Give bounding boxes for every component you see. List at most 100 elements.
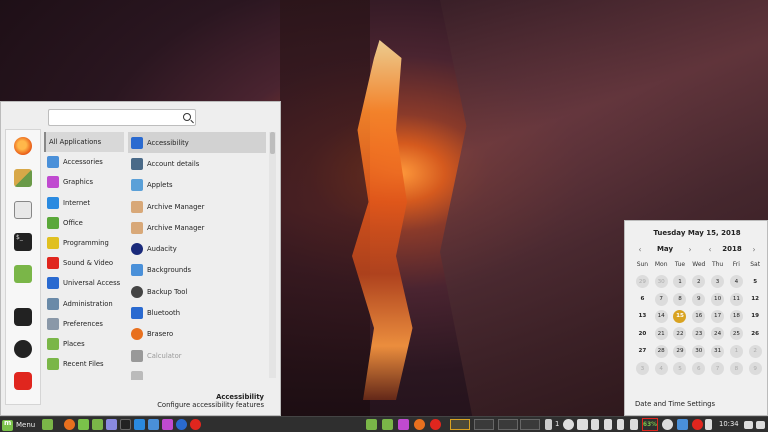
calendar-day[interactable]: 13 — [633, 310, 652, 323]
calendar-day[interactable]: 22 — [671, 327, 690, 341]
search-input[interactable] — [53, 112, 173, 123]
calendar-day[interactable]: 31 — [708, 344, 727, 358]
notes-icon[interactable] — [545, 419, 552, 430]
chat-icon[interactable] — [744, 421, 753, 429]
scrollbar[interactable] — [269, 132, 276, 378]
category-internet[interactable]: Internet — [44, 193, 124, 213]
terminal-launcher-icon[interactable] — [120, 419, 131, 430]
category-office[interactable]: Office — [44, 213, 124, 233]
app-launcher-icon[interactable] — [176, 419, 187, 430]
calendar-day[interactable]: 19 — [746, 310, 765, 323]
workspace-3[interactable] — [498, 419, 518, 430]
app-item[interactable]: Accessibility — [128, 132, 266, 154]
calendar-day[interactable]: 2 — [746, 344, 765, 358]
category-universal-access[interactable]: Universal Access — [44, 273, 124, 293]
bluetooth-icon[interactable] — [705, 419, 712, 430]
lock-icon[interactable] — [14, 308, 32, 326]
calendar-day[interactable]: 9 — [689, 292, 708, 306]
app-item[interactable]: Account details — [128, 153, 266, 174]
calendar-day[interactable]: 5 — [746, 275, 765, 288]
calendar-day[interactable]: 23 — [689, 327, 708, 341]
calendar-day[interactable]: 3 — [708, 275, 727, 289]
app-launcher-icon[interactable] — [162, 419, 173, 430]
calendar-day[interactable]: 5 — [671, 362, 690, 376]
category-graphics[interactable]: Graphics — [44, 172, 124, 192]
files-launcher-icon[interactable] — [92, 419, 103, 430]
chrome-launcher-icon[interactable] — [190, 419, 201, 430]
year-next-button[interactable]: › — [749, 245, 759, 254]
category-preferences[interactable]: Preferences — [44, 314, 124, 334]
firefox-icon[interactable] — [14, 137, 32, 155]
app-launcher-icon[interactable] — [134, 419, 145, 430]
power-icon[interactable] — [14, 372, 32, 390]
terminal-icon[interactable] — [14, 233, 32, 251]
workspace-1[interactable] — [450, 419, 470, 430]
workspace-4[interactable] — [520, 419, 540, 430]
workspace-2[interactable] — [474, 419, 494, 430]
app-item[interactable]: Backgrounds — [128, 260, 266, 281]
month-prev-button[interactable]: ‹ — [635, 245, 645, 254]
calendar-day[interactable]: 6 — [689, 362, 708, 376]
category-programming[interactable]: Programming — [44, 233, 124, 253]
calendar-day[interactable]: 26 — [746, 327, 765, 340]
calendar-day[interactable]: 24 — [708, 327, 727, 341]
date-time-settings-link[interactable]: Date and Time Settings — [635, 400, 715, 408]
category-recent-files[interactable]: Recent Files — [44, 354, 124, 374]
calendar-day[interactable]: 17 — [708, 309, 727, 323]
calendar-day[interactable]: 9 — [746, 362, 765, 376]
category-places[interactable]: Places — [44, 334, 124, 354]
app-item[interactable]: Applets — [128, 175, 266, 196]
user-icon[interactable] — [563, 419, 574, 430]
calendar-day[interactable]: 8 — [727, 362, 746, 376]
software-manager-icon[interactable] — [14, 169, 32, 187]
app-launcher-icon[interactable] — [106, 419, 117, 430]
menu-button[interactable]: Menu — [2, 418, 35, 432]
app-item[interactable]: Archive Manager — [128, 217, 266, 238]
mintinstall-launcher-icon[interactable] — [78, 419, 89, 430]
category-all-applications[interactable]: All Applications — [44, 132, 124, 153]
notification-icon[interactable] — [692, 419, 703, 430]
trash-icon[interactable] — [630, 419, 638, 430]
files-window-icon[interactable] — [382, 419, 393, 430]
calendar-day[interactable]: 12 — [746, 293, 765, 306]
year-prev-button[interactable]: ‹ — [705, 245, 715, 254]
calendar-day[interactable]: 14 — [652, 309, 671, 323]
app-launcher-icon[interactable] — [148, 419, 159, 430]
calendar-day[interactable]: 18 — [727, 309, 746, 323]
search-box[interactable] — [48, 109, 196, 126]
calendar-day[interactable]: 11 — [727, 292, 746, 306]
shield-icon[interactable] — [677, 419, 688, 430]
calendar-day[interactable]: 25 — [727, 327, 746, 341]
calendar-day[interactable]: 30 — [689, 344, 708, 358]
calendar-day[interactable]: 10 — [708, 292, 727, 306]
calendar-day[interactable]: 1 — [727, 344, 746, 358]
clock[interactable]: 10:34 — [719, 420, 739, 428]
firefox-window-icon[interactable] — [414, 419, 425, 430]
sound-icon[interactable] — [617, 419, 624, 430]
files-icon[interactable] — [14, 265, 32, 283]
calendar-day[interactable]: 29 — [671, 344, 690, 358]
calendar-day[interactable]: 2 — [689, 275, 708, 289]
app-item[interactable]: Bluetooth — [128, 302, 266, 323]
calendar-day[interactable]: 4 — [727, 275, 746, 289]
window-list-icon[interactable] — [756, 421, 765, 429]
app-window-icon[interactable] — [398, 419, 409, 430]
settings-icon[interactable] — [14, 201, 32, 219]
app-item[interactable] — [128, 366, 266, 380]
logout-icon[interactable] — [14, 340, 32, 358]
battery-indicator[interactable]: 63% — [642, 418, 658, 431]
calendar-day[interactable]: 7 — [708, 362, 727, 376]
chrome-window-icon[interactable] — [430, 419, 441, 430]
month-next-button[interactable]: › — [685, 245, 695, 254]
calendar-day[interactable]: 30 — [652, 275, 671, 289]
wifi-icon[interactable] — [591, 419, 599, 430]
category-administration[interactable]: Administration — [44, 294, 124, 314]
show-desktop-icon[interactable] — [42, 419, 53, 430]
calendar-day[interactable]: 3 — [633, 362, 652, 376]
app-item[interactable]: Backup Tool — [128, 281, 266, 302]
calendar-day[interactable]: 20 — [633, 327, 652, 340]
app-item[interactable]: Calculator — [128, 345, 266, 366]
calendar-day[interactable]: 1 — [671, 275, 690, 289]
update-icon[interactable] — [662, 419, 673, 430]
firefox-launcher-icon[interactable] — [64, 419, 75, 430]
